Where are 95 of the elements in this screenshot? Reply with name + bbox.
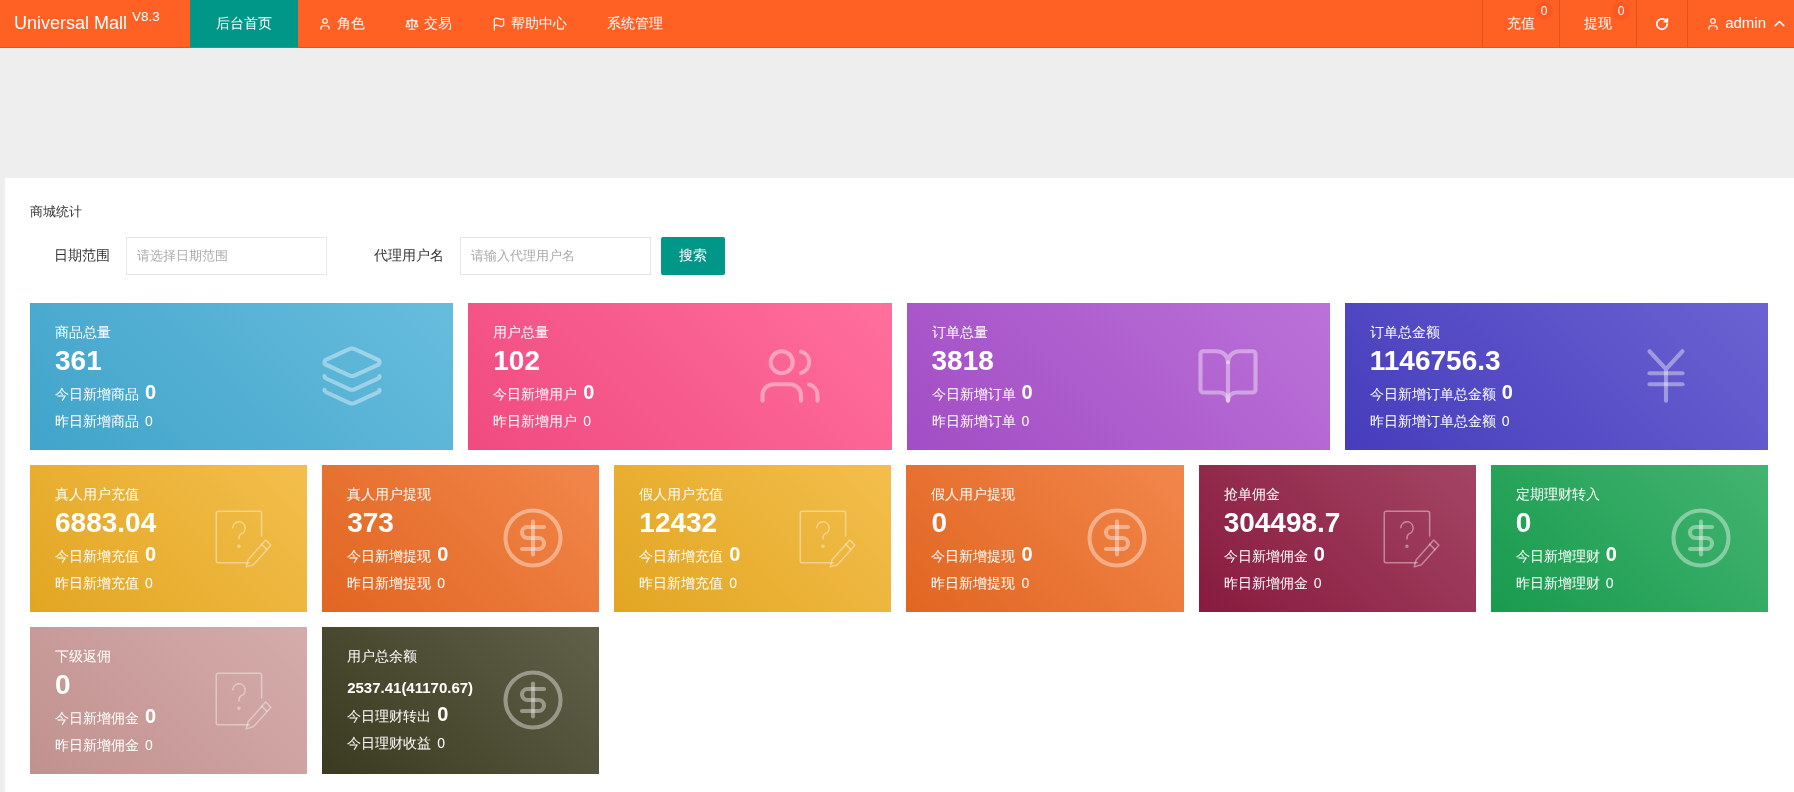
today-label: 今日新增理财 bbox=[1515, 546, 1600, 566]
yesterday-label: 昨日新增佣金 bbox=[1223, 573, 1308, 593]
card-title: 真人用户提现 bbox=[347, 484, 432, 504]
card-title: 商品总量 bbox=[55, 322, 111, 342]
card-title: 用户总余额 bbox=[347, 646, 418, 666]
today-value: 0 bbox=[437, 701, 449, 727]
yesterday-value: 0 bbox=[1021, 573, 1030, 593]
today-value: 0 bbox=[729, 541, 741, 567]
scale-icon bbox=[405, 16, 419, 31]
card-value: 0 bbox=[55, 667, 71, 702]
card-title: 抢单佣金 bbox=[1223, 484, 1280, 504]
card-value: 102 bbox=[493, 343, 540, 378]
card-title: 假人用户充值 bbox=[639, 484, 724, 504]
card-title: 下级返佣 bbox=[55, 646, 111, 666]
count-badge: 0 bbox=[1535, 2, 1554, 20]
today-label: 今日新增用户 bbox=[493, 384, 578, 404]
yesterday-value: 0 bbox=[145, 573, 153, 593]
text-input-field[interactable]: 请输入代理用户名 bbox=[460, 236, 651, 275]
yesterday-label: 昨日新增佣金 bbox=[55, 735, 139, 755]
card-value: 0 bbox=[931, 505, 948, 540]
today-value: 0 bbox=[1021, 379, 1033, 405]
search-button[interactable]: 搜索 bbox=[661, 236, 725, 275]
yesterday-value: 0 bbox=[145, 735, 153, 755]
card-value: 361 bbox=[55, 343, 102, 378]
nav-tab[interactable]: 交易 bbox=[385, 0, 472, 47]
today-value: 0 bbox=[583, 379, 595, 405]
card-title: 定期理财转入 bbox=[1515, 484, 1600, 504]
panel-title: 商城统计 bbox=[30, 203, 83, 221]
nav-action-button[interactable]: 提现 bbox=[1584, 13, 1613, 34]
card-value: 1146756.3 bbox=[1369, 343, 1501, 378]
card-value: 12432 bbox=[639, 505, 718, 540]
card-title: 假人用户提现 bbox=[931, 484, 1016, 504]
today-label: 今日新增提现 bbox=[931, 546, 1016, 566]
today-label: 今日理财转出 bbox=[347, 706, 432, 726]
yesterday-value: 0 bbox=[583, 411, 592, 431]
today-value: 0 bbox=[1501, 379, 1513, 405]
yesterday-label: 昨日新增订单 bbox=[931, 411, 1016, 431]
today-value: 0 bbox=[145, 379, 157, 405]
refresh-button[interactable] bbox=[1655, 16, 1670, 31]
today-label: 今日新增商品 bbox=[55, 384, 139, 404]
nav-tab[interactable]: 后台首页 bbox=[190, 0, 298, 47]
today-value: 0 bbox=[1605, 541, 1617, 567]
field-label: 代理用户名 bbox=[373, 246, 445, 265]
yesterday-label: 昨日新增充值 bbox=[55, 573, 139, 593]
yesterday-label: 昨日新增充值 bbox=[639, 573, 724, 593]
today-label: 今日新增佣金 bbox=[1223, 546, 1308, 566]
yesterday-value: 0 bbox=[1501, 411, 1510, 431]
card-title: 真人用户充值 bbox=[55, 484, 139, 504]
today-value: 0 bbox=[1313, 541, 1325, 567]
yesterday-value: 0 bbox=[1021, 411, 1030, 431]
yesterday-value: 0 bbox=[1605, 573, 1614, 593]
card-title: 订单总金额 bbox=[1369, 322, 1440, 342]
today-value: 0 bbox=[145, 703, 157, 729]
refresh-icon bbox=[1655, 16, 1670, 31]
card-value: 0 bbox=[1515, 505, 1532, 540]
yesterday-label: 昨日新增提现 bbox=[347, 573, 432, 593]
nav-tab[interactable]: 系统管理 bbox=[587, 0, 683, 47]
today-label: 今日新增提现 bbox=[347, 546, 432, 566]
yesterday-value: 0 bbox=[145, 411, 153, 431]
card-value: 304498.7 bbox=[1223, 505, 1341, 540]
today-label: 今日新增佣金 bbox=[55, 708, 139, 728]
nav-tab[interactable]: 帮助中心 bbox=[472, 0, 587, 47]
yesterday-label: 昨日新增用户 bbox=[493, 411, 578, 431]
yesterday-value: 0 bbox=[437, 733, 445, 753]
user-icon bbox=[1706, 16, 1721, 31]
user-icon bbox=[318, 16, 332, 31]
nav-tab[interactable]: 角色 bbox=[298, 0, 385, 47]
card-value: 373 bbox=[347, 505, 394, 540]
count-badge: 0 bbox=[1612, 2, 1631, 20]
yesterday-label: 昨日新增商品 bbox=[55, 411, 139, 431]
yesterday-label: 昨日新增提现 bbox=[931, 573, 1016, 593]
today-value: 0 bbox=[145, 541, 157, 567]
card-value: 6883.04 bbox=[55, 505, 157, 540]
yesterday-value: 0 bbox=[1313, 573, 1322, 593]
today-label: 今日新增订单总金额 bbox=[1369, 384, 1496, 404]
yesterday-label: 昨日新增理财 bbox=[1515, 573, 1600, 593]
today-label: 今日新增充值 bbox=[55, 546, 139, 566]
yesterday-value: 0 bbox=[437, 573, 445, 593]
card-title: 用户总量 bbox=[493, 322, 550, 342]
card-title: 订单总量 bbox=[931, 322, 988, 342]
card-value: 2537.41(41170.67) bbox=[347, 677, 474, 698]
app-logo: Universal Mall$^{V8.3}$ bbox=[13, 7, 161, 35]
today-value: 0 bbox=[437, 541, 449, 567]
yesterday-label: 昨日新增订单总金额 bbox=[1369, 411, 1496, 431]
yesterday-label: 今日理财收益 bbox=[347, 733, 432, 753]
field-label: 日期范围 bbox=[53, 246, 111, 265]
today-value: 0 bbox=[1021, 541, 1033, 567]
card-value: 3818 bbox=[931, 343, 994, 378]
user-menu-button[interactable]: admin bbox=[1706, 12, 1788, 35]
yesterday-value: 0 bbox=[729, 573, 738, 593]
text-input-field[interactable]: 请选择日期范围 bbox=[126, 236, 327, 275]
today-label: 今日新增订单 bbox=[931, 384, 1016, 404]
today-label: 今日新增充值 bbox=[639, 546, 724, 566]
flag-icon bbox=[492, 16, 506, 31]
nav-action-button[interactable]: 充值 bbox=[1507, 13, 1536, 34]
